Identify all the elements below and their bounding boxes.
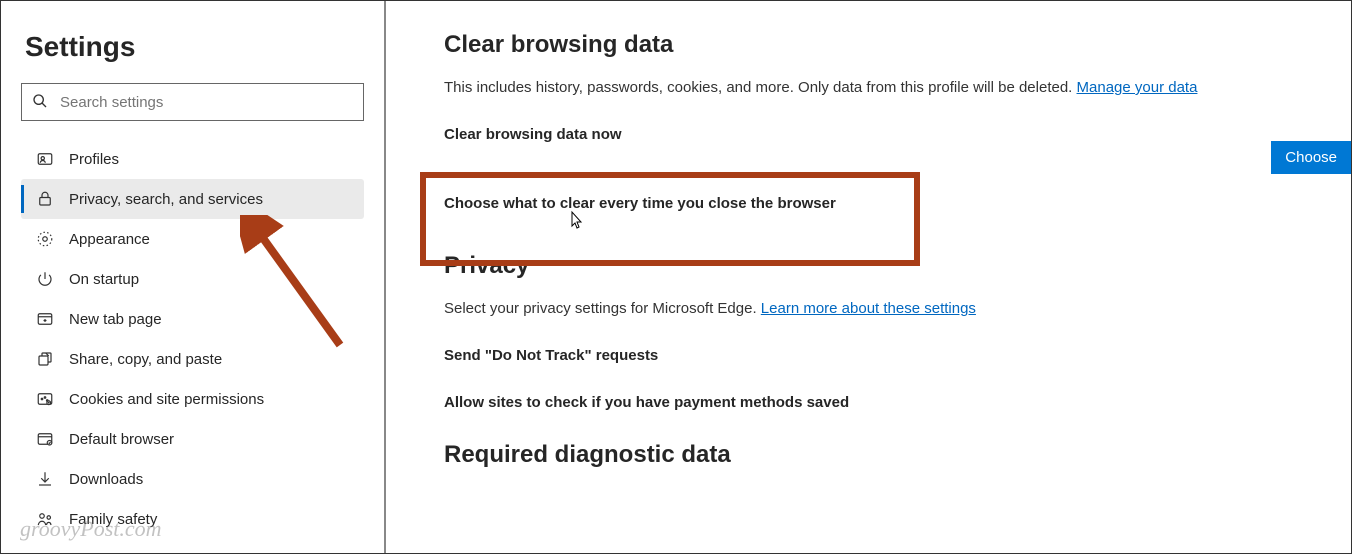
search-settings[interactable] bbox=[21, 83, 364, 121]
choose-on-close-row[interactable]: Choose what to clear every time you clos… bbox=[444, 195, 1351, 212]
browser-icon bbox=[35, 429, 55, 449]
nav-privacy[interactable]: Privacy, search, and services bbox=[21, 179, 364, 219]
clear-browsing-desc: This includes history, passwords, cookie… bbox=[444, 79, 1351, 96]
nav-label: Family safety bbox=[69, 511, 157, 528]
lock-icon bbox=[35, 189, 55, 209]
nav-downloads[interactable]: Downloads bbox=[21, 459, 364, 499]
manage-data-link[interactable]: Manage your data bbox=[1077, 79, 1198, 96]
nav-label: Default browser bbox=[69, 431, 174, 448]
diagnostic-heading: Required diagnostic data bbox=[444, 441, 1351, 469]
power-icon bbox=[35, 269, 55, 289]
nav-family[interactable]: Family safety bbox=[21, 499, 364, 539]
privacy-desc: Select your privacy settings for Microso… bbox=[444, 300, 1351, 317]
settings-title: Settings bbox=[25, 31, 364, 63]
appearance-icon bbox=[35, 229, 55, 249]
profile-icon bbox=[35, 149, 55, 169]
search-icon bbox=[32, 93, 48, 112]
nav-label: On startup bbox=[69, 271, 139, 288]
nav-startup[interactable]: On startup bbox=[21, 259, 364, 299]
nav-appearance[interactable]: Appearance bbox=[21, 219, 364, 259]
clear-now-row[interactable]: Clear browsing data now bbox=[444, 126, 1351, 143]
family-icon bbox=[35, 509, 55, 529]
nav-label: Profiles bbox=[69, 151, 119, 168]
privacy-learn-more-link[interactable]: Learn more about these settings bbox=[761, 300, 976, 317]
choose-button[interactable]: Choose bbox=[1271, 141, 1351, 174]
cookies-icon bbox=[35, 389, 55, 409]
clear-browsing-heading: Clear browsing data bbox=[444, 31, 1351, 59]
share-icon bbox=[35, 349, 55, 369]
nav-profiles[interactable]: Profiles bbox=[21, 139, 364, 179]
nav-label: Privacy, search, and services bbox=[69, 191, 263, 208]
newtab-icon bbox=[35, 309, 55, 329]
nav-share[interactable]: Share, copy, and paste bbox=[21, 339, 364, 379]
nav-label: Cookies and site permissions bbox=[69, 391, 264, 408]
payment-row[interactable]: Allow sites to check if you have payment… bbox=[444, 394, 1351, 411]
nav-label: Appearance bbox=[69, 231, 150, 248]
settings-nav: Profiles Privacy, search, and services A… bbox=[21, 139, 364, 539]
settings-sidebar: Settings Profiles Privacy, search, and s… bbox=[1, 1, 386, 553]
nav-label: Downloads bbox=[69, 471, 143, 488]
search-input[interactable] bbox=[60, 94, 353, 111]
nav-newtab[interactable]: New tab page bbox=[21, 299, 364, 339]
dnt-row[interactable]: Send "Do Not Track" requests bbox=[444, 347, 1351, 364]
privacy-heading: Privacy bbox=[444, 252, 1351, 280]
nav-cookies[interactable]: Cookies and site permissions bbox=[21, 379, 364, 419]
nav-default-browser[interactable]: Default browser bbox=[21, 419, 364, 459]
nav-label: Share, copy, and paste bbox=[69, 351, 222, 368]
nav-label: New tab page bbox=[69, 311, 162, 328]
download-icon bbox=[35, 469, 55, 489]
settings-content: Clear browsing data This includes histor… bbox=[386, 1, 1351, 553]
